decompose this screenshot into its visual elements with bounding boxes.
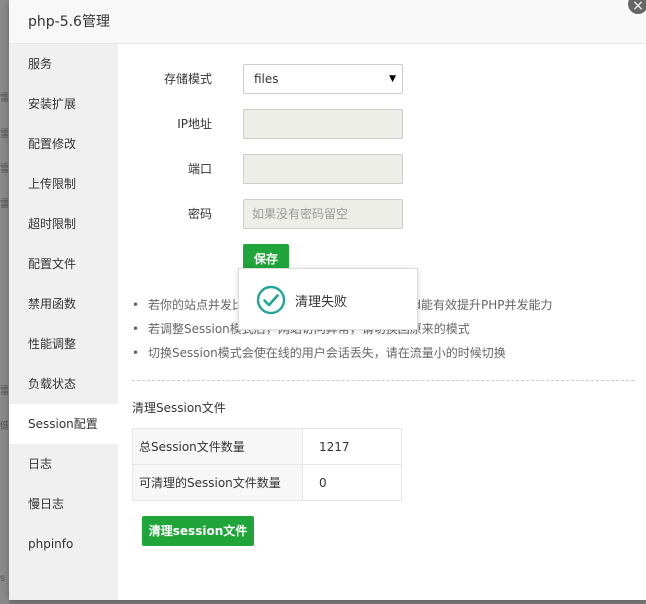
dialog-title: php-5.6管理	[28, 14, 110, 30]
session-stats-table: 总Session文件数量 1217 可清理的Session文件数量 0	[132, 428, 402, 501]
tip-item: • 切换Session模式会使在线的用户会话丢失，请在流量小的时候切换	[132, 345, 632, 369]
background-text: 雷	[0, 93, 8, 104]
stat-value: 1217	[302, 428, 402, 465]
section-divider	[132, 380, 634, 381]
clean-session-title: 清理Session文件	[132, 401, 226, 415]
port-label: 端口	[187, 162, 212, 176]
sidebar-item-log[interactable]: 日志	[9, 444, 118, 484]
storage-mode-select[interactable]: files ▼	[243, 64, 403, 94]
sidebar-item-config-file[interactable]: 配置文件	[9, 244, 118, 284]
stat-key: 总Session文件数量	[132, 428, 303, 465]
background-text: 雷	[0, 199, 8, 210]
tip-text: 切换Session模式会使在线的用户会话丢失，请在流量小的时候切换	[148, 346, 506, 360]
table-row: 可清理的Session文件数量 0	[132, 464, 402, 501]
bullet-icon: •	[132, 298, 140, 312]
sidebar-item-service[interactable]: 服务	[9, 44, 118, 84]
stat-value: 0	[302, 464, 402, 501]
sidebar-item-install-extension[interactable]: 安装扩展	[9, 84, 118, 124]
ip-row: IP地址	[118, 109, 646, 139]
sidebar-item-phpinfo[interactable]: phpinfo	[9, 524, 118, 564]
password-input[interactable]	[243, 199, 403, 229]
table-row: 总Session文件数量 1217	[132, 428, 402, 465]
sidebar-item-upload-limit[interactable]: 上传限制	[9, 164, 118, 204]
password-row: 密码	[118, 199, 646, 229]
background-text: 雷	[0, 164, 8, 175]
check-circle-icon	[256, 285, 286, 318]
bullet-icon: •	[132, 322, 140, 336]
sidebar-item-load-status[interactable]: 负载状态	[9, 364, 118, 404]
php-manager-dialog: php-5.6管理 × 服务 安装扩展 配置修改 上传限制 超时限制 配置文件 …	[9, 0, 646, 600]
ip-input[interactable]	[243, 109, 403, 139]
chevron-down-icon: ▼	[389, 74, 396, 84]
background-text: 健	[0, 421, 8, 432]
sidebar-item-timeout-limit[interactable]: 超时限制	[9, 204, 118, 244]
toast-notification: 清理失败	[238, 268, 418, 330]
sidebar-item-slow-log[interactable]: 慢日志	[9, 484, 118, 524]
sidebar-item-session-config[interactable]: Session配置	[9, 404, 118, 444]
port-row: 端口	[118, 154, 646, 184]
bullet-icon: •	[132, 346, 140, 360]
sidebar-item-performance[interactable]: 性能调整	[9, 324, 118, 364]
port-input[interactable]	[243, 154, 403, 184]
dialog-titlebar: php-5.6管理	[9, 0, 646, 44]
storage-mode-label: 存储模式	[163, 72, 212, 86]
ip-label: IP地址	[177, 117, 212, 131]
background-text: s	[0, 573, 6, 584]
password-label: 密码	[187, 207, 212, 221]
sidebar-item-disabled-functions[interactable]: 禁用函数	[9, 284, 118, 324]
toast-message: 清理失败	[295, 295, 348, 310]
stat-key: 可清理的Session文件数量	[132, 464, 303, 501]
background-text: 雷	[0, 386, 8, 397]
clean-session-button[interactable]: 清理session文件	[142, 516, 254, 546]
sidebar-item-config-edit[interactable]: 配置修改	[9, 124, 118, 164]
sidebar-nav: 服务 安装扩展 配置修改 上传限制 超时限制 配置文件 禁用函数 性能调整 负载…	[9, 44, 118, 600]
background-page-strip: 雷 雷 雷 雷 雷 健 s	[0, 0, 9, 604]
storage-mode-value: files	[254, 72, 279, 86]
storage-mode-row: 存储模式 files ▼	[118, 64, 646, 94]
background-text: 雷	[0, 129, 8, 140]
